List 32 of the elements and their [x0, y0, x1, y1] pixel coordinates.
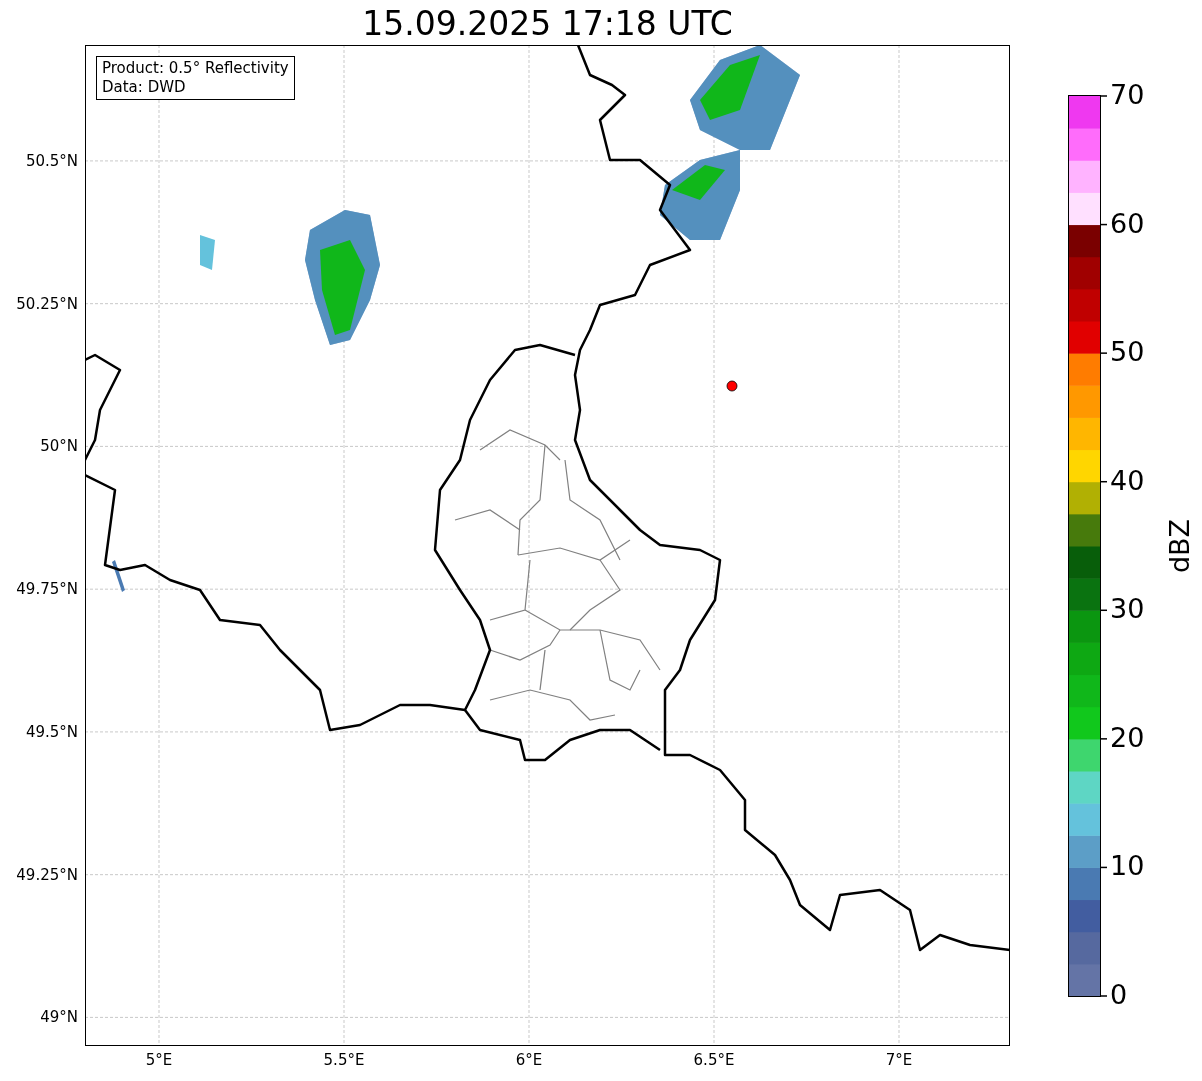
tick-mark	[1100, 95, 1108, 97]
tick-mark	[1100, 223, 1108, 226]
latitude-label: 50.25°N	[15, 294, 78, 313]
colorbar-tick-label: 50	[1110, 336, 1145, 369]
colorbar-tick-label: 30	[1110, 593, 1145, 626]
colorbar-tick-label: 0	[1110, 979, 1128, 1011]
chart-title: 15.09.2025 17:18 UTC	[361, 4, 734, 44]
info-text: Product: 0.5° Reflectivity	[102, 59, 289, 78]
latitude-label: 50°N	[39, 437, 78, 456]
colorbar-label: dBZ	[1164, 517, 1196, 576]
latitude-label: 50.5°N	[24, 151, 78, 170]
latitude-label: 49°N	[39, 1008, 78, 1027]
colorbar-tick-label: 40	[1110, 464, 1145, 497]
longitude-label: 6°E	[514, 1051, 544, 1069]
tick-mark	[1100, 352, 1108, 354]
colorbar-tick-label: 60	[1110, 207, 1145, 240]
longitude-label: 7°E	[884, 1051, 914, 1069]
tick-mark	[1100, 480, 1108, 483]
tick-mark	[1100, 866, 1108, 869]
tick-mark	[1100, 995, 1108, 997]
tick-mark	[1100, 738, 1108, 740]
longitude-label: 6.5°E	[692, 1051, 736, 1069]
longitude-label: 5°E	[144, 1051, 174, 1069]
longitude-label: 5.5°E	[322, 1051, 366, 1069]
colorbar-tick-label: 20	[1110, 721, 1145, 754]
latitude-label: 49.5°N	[24, 722, 78, 741]
info-text: Data: DWD	[102, 78, 187, 97]
colorbar-tick-label: 10	[1110, 850, 1145, 883]
latitude-label: 49.75°N	[15, 580, 78, 599]
colorbar-tick-label: 70	[1110, 79, 1145, 111]
tick-mark	[1100, 609, 1108, 612]
latitude-label: 49.25°N	[15, 865, 78, 884]
